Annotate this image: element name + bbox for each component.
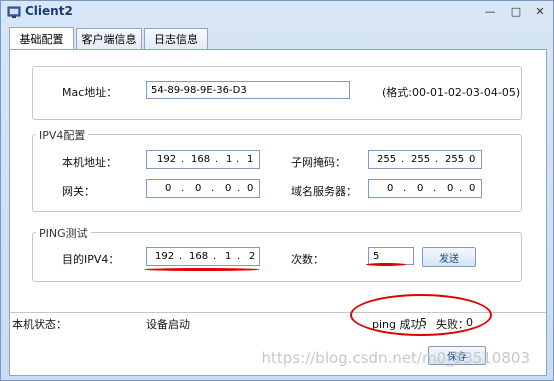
- ip-octet: 168: [189, 251, 209, 262]
- ip-octet: 0: [195, 183, 202, 194]
- circle-annotation: [350, 294, 492, 336]
- ip-octet: 0: [447, 183, 454, 194]
- device-status-value: 设备启动: [146, 318, 190, 331]
- ip-octet: 0: [247, 183, 254, 194]
- ip-dot: .: [401, 154, 405, 165]
- ip-octet: 255: [377, 154, 397, 165]
- ip-octet: 0: [469, 183, 476, 194]
- window-title: Client2: [25, 4, 73, 18]
- local-ip-input[interactable]: 192 . 168 . 1 . 1: [146, 150, 260, 169]
- ip-dot: .: [181, 183, 185, 194]
- ping-count-label: 次数：: [291, 253, 324, 266]
- client-window: Client2 — □ ✕ 基础配置 客户端信息 日志信息 Mac地址： 54-…: [0, 0, 554, 381]
- ip-octet: 0: [417, 183, 424, 194]
- ip-octet: 0: [387, 183, 394, 194]
- ip-dot: .: [211, 183, 215, 194]
- subnet-mask-input[interactable]: 255 . 255 . 255 . 0: [368, 150, 482, 169]
- ip-dot: .: [435, 154, 439, 165]
- ip-dot: .: [181, 154, 185, 165]
- subnet-mask-label: 子网掩码：: [291, 156, 346, 169]
- ip-dot: .: [215, 154, 219, 165]
- ip-octet: 0: [469, 154, 476, 165]
- ipv4-group: [32, 134, 522, 212]
- ip-octet: 2: [249, 251, 256, 262]
- ip-octet: 192: [157, 154, 177, 165]
- tab-log-info[interactable]: 日志信息: [144, 28, 208, 49]
- dns-label: 域名服务器：: [291, 185, 357, 198]
- dns-input[interactable]: 0 . 0 . 0 . 0: [368, 179, 482, 198]
- ipv4-group-label: IPV4配置: [36, 127, 89, 143]
- ip-octet: 0: [165, 183, 172, 194]
- local-ip-label: 本机地址：: [62, 156, 117, 169]
- ip-octet: 255: [411, 154, 431, 165]
- underline-annotation: [144, 268, 260, 271]
- title-bar: Client2 — □ ✕: [1, 1, 553, 23]
- gateway-input[interactable]: 0 . 0 . 0 . 0: [146, 179, 260, 198]
- ip-dot: .: [179, 251, 183, 262]
- ip-octet: 192: [155, 251, 175, 262]
- dest-ipv4-label: 目的IPV4：: [62, 253, 120, 266]
- ip-dot: .: [236, 154, 240, 165]
- ip-dot: .: [213, 251, 217, 262]
- ip-dot: .: [460, 154, 464, 165]
- watermark: https://blog.csdn.net/m0_53510803: [261, 349, 530, 367]
- mac-input[interactable]: 54-89-98-9E-36-D3: [146, 81, 350, 99]
- dest-ipv4-input[interactable]: 192 . 168 . 1 . 2: [146, 247, 260, 266]
- ping-group-label: PING测试: [36, 225, 91, 241]
- mac-label: Mac地址：: [62, 86, 118, 99]
- ip-octet: 1: [225, 251, 232, 262]
- send-button[interactable]: 发送: [422, 247, 476, 267]
- ip-dot: .: [237, 251, 241, 262]
- ip-dot: .: [237, 183, 241, 194]
- ip-dot: .: [459, 183, 463, 194]
- close-icon[interactable]: ✕: [531, 3, 549, 19]
- mac-format-hint: (格式:00-01-02-03-04-05): [382, 86, 521, 99]
- app-icon: [7, 6, 21, 18]
- tab-basic-config[interactable]: 基础配置: [9, 27, 74, 50]
- gateway-label: 网关：: [62, 185, 95, 198]
- underline-annotation: [366, 263, 406, 266]
- maximize-icon[interactable]: □: [507, 3, 525, 19]
- device-status-label: 本机状态：: [12, 318, 67, 331]
- ip-dot: .: [403, 183, 407, 194]
- ip-octet: 1: [226, 154, 233, 165]
- ip-octet: 0: [225, 183, 232, 194]
- basic-config-panel: Mac地址： 54-89-98-9E-36-D3 (格式:00-01-02-03…: [9, 49, 547, 376]
- ip-dot: .: [433, 183, 437, 194]
- tab-client-info[interactable]: 客户端信息: [76, 28, 142, 49]
- ip-octet: 168: [191, 154, 211, 165]
- ip-octet: 1: [247, 154, 254, 165]
- minimize-icon[interactable]: —: [481, 3, 499, 19]
